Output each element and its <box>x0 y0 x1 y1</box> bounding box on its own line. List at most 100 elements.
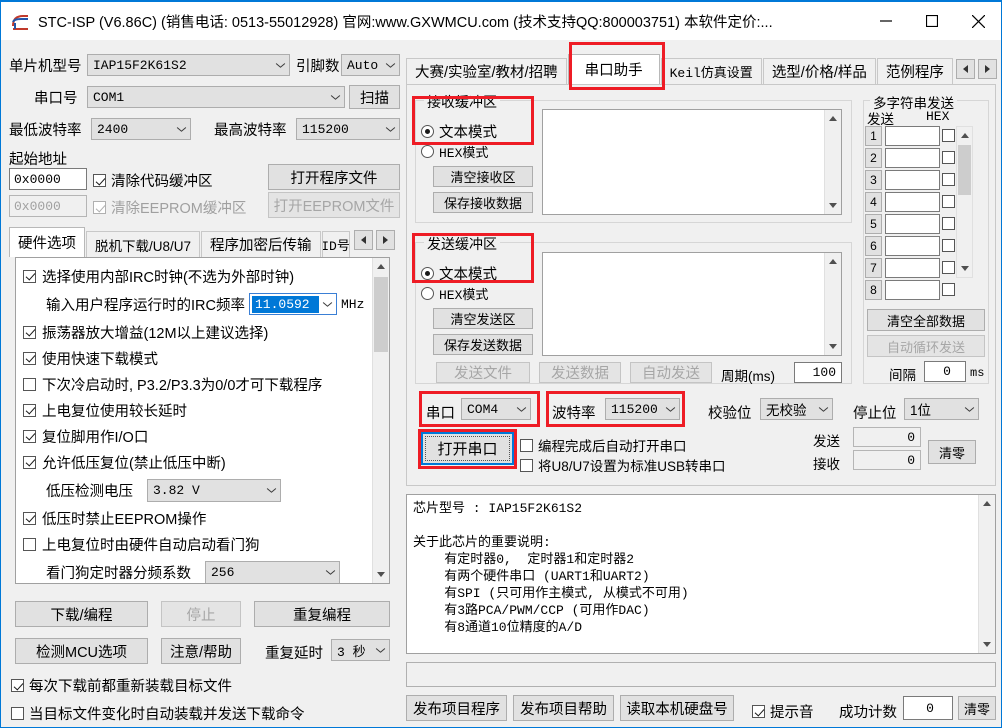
multi-string-input[interactable] <box>885 214 940 234</box>
scroll-down-button[interactable] <box>957 260 972 277</box>
receive-scrollbar[interactable] <box>824 110 841 214</box>
multi-string-input[interactable] <box>885 192 940 212</box>
clear-code-buffer-checkbox[interactable]: 清除代码缓冲区 <box>93 170 213 191</box>
tab-hardware-options[interactable]: 硬件选项 <box>9 227 85 257</box>
multi-string-index-button[interactable]: 8 <box>865 280 882 300</box>
publish-project-program-button[interactable]: 发布项目程序 <box>406 695 507 721</box>
tab-id-number[interactable]: ID号 <box>322 231 350 257</box>
mcu-model-combo[interactable]: IAP15F2K61S2 <box>87 54 290 76</box>
option-irc-frequency[interactable]: 输入用户程序运行时的IRC频率 11.0592 MHz <box>16 289 389 319</box>
option-long-poweron-reset-delay[interactable]: 上电复位使用较长延时 <box>16 397 389 423</box>
scroll-down-button[interactable] <box>373 566 389 583</box>
min-baud-combo[interactable]: 2400 <box>91 118 191 140</box>
scrollbar-thumb[interactable] <box>958 145 971 195</box>
multi-string-hex-checkbox[interactable] <box>942 217 955 230</box>
tab-offline-download[interactable]: 脱机下载/U8/U7 <box>86 231 200 257</box>
baud-rate-combo[interactable]: 115200 <box>605 398 680 420</box>
scroll-up-button[interactable] <box>373 258 389 275</box>
multi-string-scrollbar[interactable] <box>956 126 973 278</box>
info-scrollbar[interactable] <box>978 495 995 653</box>
send-hex-mode-radio[interactable]: HEX模式 <box>421 284 488 303</box>
options-list-scrollbar[interactable] <box>372 258 389 583</box>
multi-string-input[interactable] <box>885 148 940 168</box>
option-reset-pin-as-io[interactable]: 复位脚用作I/O口 <box>16 423 389 449</box>
publish-project-help-button[interactable]: 发布项目帮助 <box>513 695 614 721</box>
reprogram-button[interactable]: 重复编程 <box>254 601 390 627</box>
multi-string-hex-checkbox[interactable] <box>942 261 955 274</box>
multi-string-index-button[interactable]: 3 <box>865 170 882 190</box>
save-send-button[interactable]: 保存发送数据 <box>433 334 533 355</box>
multi-string-index-button[interactable]: 1 <box>865 126 882 146</box>
multi-string-index-button[interactable]: 4 <box>865 192 882 212</box>
multi-string-hex-checkbox[interactable] <box>942 129 955 142</box>
option-cold-start-p32-p33[interactable]: 下次冷启动时, P3.2/P3.3为0/0才可下载程序 <box>16 371 389 397</box>
multi-string-input[interactable] <box>885 280 940 300</box>
hardware-options-list[interactable]: 选择使用内部IRC时钟(不选为外部时钟) 输入用户程序运行时的IRC频率 11.… <box>15 257 390 584</box>
scroll-up-button[interactable] <box>979 495 995 512</box>
parity-combo[interactable]: 无校验 <box>760 398 833 420</box>
option-hw-watchdog-on-reset[interactable]: 上电复位时由硬件自动启动看门狗 <box>16 531 389 557</box>
read-disk-id-button[interactable]: 读取本机硬盘号 <box>620 695 734 721</box>
multi-interval-input[interactable]: 0 <box>924 361 966 382</box>
multi-string-hex-checkbox[interactable] <box>942 151 955 164</box>
info-textarea[interactable]: 芯片型号 : IAP15F2K61S2 关于此芯片的重要说明: 有定时器0, 定… <box>406 494 996 654</box>
code-address-input[interactable]: 0x0000 <box>9 168 87 190</box>
com-port-combo[interactable]: COM1 <box>87 86 345 108</box>
multi-string-index-button[interactable]: 2 <box>865 148 882 168</box>
option-allow-lvd-reset[interactable]: 允许低压复位(禁止低压中断) <box>16 449 389 475</box>
pin-count-combo[interactable]: Auto <box>341 54 400 76</box>
serial-port-combo[interactable]: COM4 <box>461 398 531 420</box>
maximize-button[interactable] <box>909 2 955 40</box>
scroll-down-button[interactable] <box>825 338 841 355</box>
detect-mcu-options-button[interactable]: 检测MCU选项 <box>15 638 148 664</box>
option-lvd-voltage[interactable]: 低压检测电压 3.82 V <box>16 475 389 505</box>
right-tab-scroll-right-button[interactable] <box>978 59 997 79</box>
option-internal-irc[interactable]: 选择使用内部IRC时钟(不选为外部时钟) <box>16 263 389 289</box>
multi-string-index-button[interactable]: 7 <box>865 258 882 278</box>
minimize-button[interactable] <box>863 2 909 40</box>
receive-text-mode-radio[interactable]: 文本模式 <box>421 121 497 142</box>
multi-string-hex-checkbox[interactable] <box>942 195 955 208</box>
open-serial-port-button[interactable]: 打开串口 <box>421 432 514 465</box>
option-watchdog-prescaler[interactable]: 看门狗定时器分频系数 256 <box>16 557 389 584</box>
option-fast-download[interactable]: 使用快速下载模式 <box>16 345 389 371</box>
right-tab-scroll-left-button[interactable] <box>956 59 975 79</box>
multi-string-index-button[interactable]: 5 <box>865 214 882 234</box>
multi-string-hex-checkbox[interactable] <box>942 239 955 252</box>
auto-open-after-program-checkbox[interactable]: 编程完成后自动打开串口 <box>520 435 687 455</box>
multi-string-hex-checkbox[interactable] <box>942 173 955 186</box>
reset-success-count-button[interactable]: 清零 <box>958 696 996 720</box>
close-button[interactable] <box>955 2 1001 40</box>
tab-selection-price-sample[interactable]: 选型/价格/样品 <box>763 58 876 84</box>
auto-load-on-change-checkbox[interactable]: 当目标文件变化时自动装载并发送下载命令 <box>11 703 305 724</box>
option-oscillator-gain[interactable]: 振荡器放大增益(12M以上建议选择) <box>16 319 389 345</box>
send-text-mode-radio[interactable]: 文本模式 <box>421 263 497 284</box>
open-program-file-button[interactable]: 打开程序文件 <box>268 164 400 190</box>
notes-help-button[interactable]: 注意/帮助 <box>161 638 241 664</box>
clear-all-data-button[interactable]: 清空全部数据 <box>867 309 985 331</box>
tab-serial-assistant[interactable]: 串口助手 <box>568 54 660 84</box>
reset-counters-button[interactable]: 清零 <box>928 440 976 464</box>
scan-button[interactable]: 扫描 <box>349 85 400 109</box>
reload-before-download-checkbox[interactable]: 每次下载前都重新装载目标文件 <box>11 675 232 696</box>
scroll-up-button[interactable] <box>825 253 841 270</box>
multi-string-input[interactable] <box>885 170 940 190</box>
tab-scroll-left-button[interactable] <box>354 230 373 250</box>
repeat-delay-combo[interactable]: 3 秒 <box>331 639 390 661</box>
multi-string-input[interactable] <box>885 258 940 278</box>
send-textarea[interactable] <box>542 252 842 356</box>
download-program-button[interactable]: 下载/编程 <box>15 601 148 627</box>
lvd-voltage-combo[interactable]: 3.82 V <box>147 479 281 502</box>
multi-string-index-button[interactable]: 6 <box>865 236 882 256</box>
scroll-up-button[interactable] <box>957 127 972 144</box>
tab-scroll-right-button[interactable] <box>376 230 395 250</box>
tab-contest-lab-materials[interactable]: 大赛/实验室/教材/招聘 <box>406 58 567 84</box>
scroll-down-button[interactable] <box>825 197 841 214</box>
stop-bit-combo[interactable]: 1位 <box>904 398 979 420</box>
multi-string-hex-checkbox[interactable] <box>942 283 955 296</box>
save-receive-button[interactable]: 保存接收数据 <box>433 192 533 213</box>
watchdog-prescaler-combo[interactable]: 256 <box>205 561 340 584</box>
beep-checkbox[interactable]: 提示音 <box>752 701 814 722</box>
receive-hex-mode-radio[interactable]: HEX模式 <box>421 142 488 161</box>
max-baud-combo[interactable]: 115200 <box>296 118 400 140</box>
